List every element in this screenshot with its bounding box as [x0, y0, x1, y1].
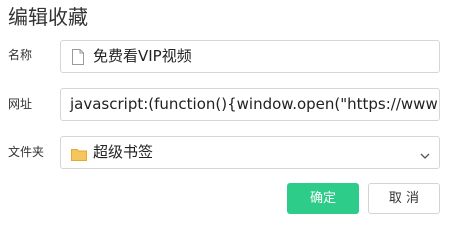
- dialog-title: 编辑收藏: [8, 5, 88, 29]
- page-icon: [71, 49, 85, 65]
- folder-label: 文件夹: [8, 145, 45, 159]
- cancel-button[interactable]: 取 消: [368, 183, 440, 214]
- edit-favorite-dialog: 编辑收藏 名称 免费看VIP视频 网址 javascript:(function…: [0, 0, 457, 230]
- url-value: javascript:(function(){window.open("http…: [70, 95, 438, 113]
- name-label: 名称: [8, 48, 33, 62]
- chevron-down-icon[interactable]: [419, 147, 431, 159]
- name-field[interactable]: 免费看VIP视频: [60, 40, 440, 73]
- folder-select[interactable]: 超级书签: [60, 136, 440, 169]
- name-value: 免费看VIP视频: [93, 47, 192, 65]
- folder-value: 超级书签: [93, 143, 154, 161]
- url-label: 网址: [8, 97, 33, 111]
- confirm-button[interactable]: 确定: [287, 183, 359, 214]
- folder-icon: [71, 146, 87, 161]
- url-field[interactable]: javascript:(function(){window.open("http…: [60, 88, 440, 121]
